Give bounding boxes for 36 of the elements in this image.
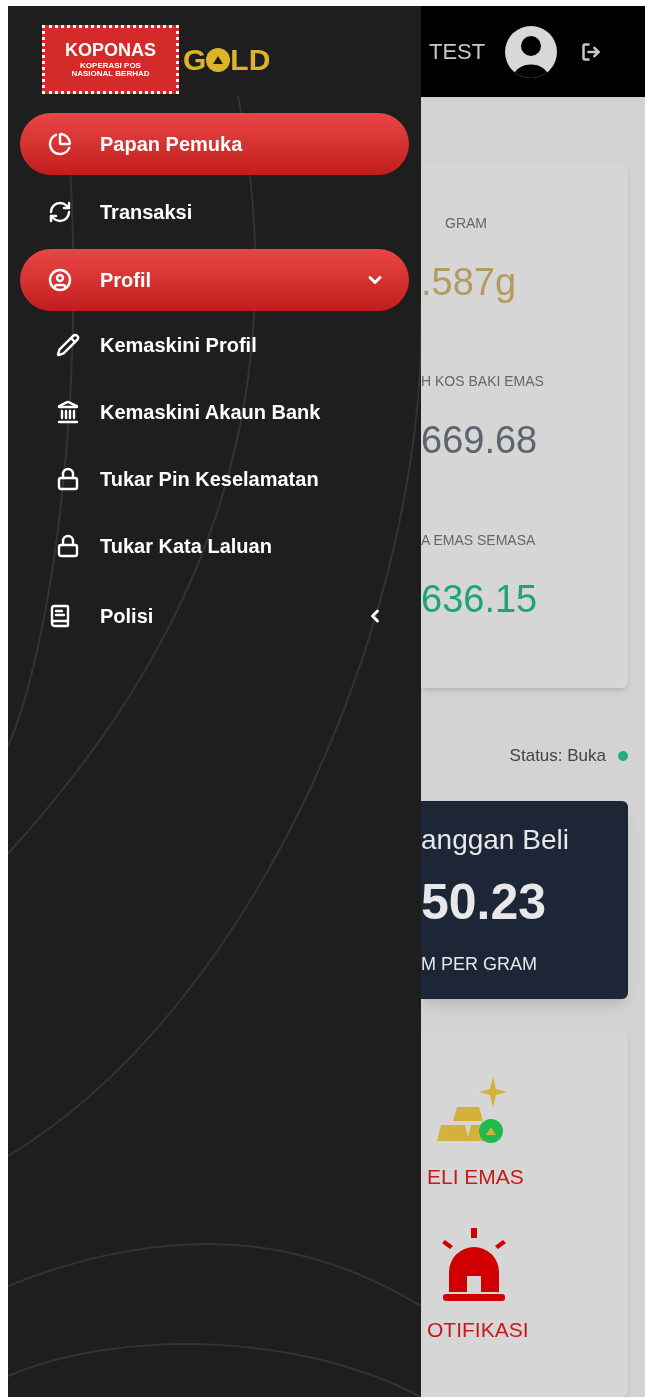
refresh-icon <box>48 200 72 224</box>
status-text: Status: Buka <box>509 745 606 767</box>
document-icon <box>48 604 72 628</box>
user-name: TEST <box>429 38 486 66</box>
action-tile[interactable]: OTIFIKASI <box>427 1226 628 1346</box>
stat-label: GRAM <box>444 214 488 233</box>
logout-icon[interactable] <box>581 41 602 62</box>
submenu-item[interactable]: Kemaskini Akaun Bank <box>20 378 409 445</box>
bank-icon <box>56 399 80 424</box>
logo-title: KOPONAS <box>65 41 156 59</box>
stat-label: A EMAS SEMASA <box>421 530 537 550</box>
menu-item[interactable]: Profil <box>20 249 409 311</box>
submenu-item[interactable]: Tukar Kata Laluan <box>20 512 409 579</box>
menu-item[interactable]: Transaksi <box>20 181 409 243</box>
stat-value: 636.15 <box>421 576 539 622</box>
brand-text: LD <box>230 42 271 78</box>
price-value: 50.23 <box>421 876 548 927</box>
stat-value: .587g <box>421 260 518 305</box>
user-circle-icon <box>48 268 72 292</box>
submenu-item[interactable]: Tukar Pin Keselamatan <box>20 445 409 512</box>
action-tile[interactable]: ELI EMAS <box>427 1072 628 1193</box>
lock-icon <box>56 466 80 491</box>
stat-label: H KOS BAKI EMAS <box>421 372 545 392</box>
price-title: anggan Beli <box>421 822 570 857</box>
brand-text: G <box>183 42 207 78</box>
stat-value: 669.68 <box>421 418 539 464</box>
price-unit: M PER GRAM <box>421 952 538 976</box>
pencil-icon <box>56 332 80 357</box>
submenu-item[interactable]: Kemaskini Profil <box>20 311 409 378</box>
lock-icon <box>56 533 80 558</box>
logo-subtitle: KOPERASI POS <box>80 62 141 70</box>
coin-icon <box>206 47 231 72</box>
pie-chart-icon <box>48 132 72 156</box>
menu-item[interactable]: Polisi <box>20 585 409 647</box>
logo-subtitle: NASIONAL BERHAD <box>71 70 150 78</box>
menu-item[interactable]: Papan Pemuka <box>20 113 409 175</box>
